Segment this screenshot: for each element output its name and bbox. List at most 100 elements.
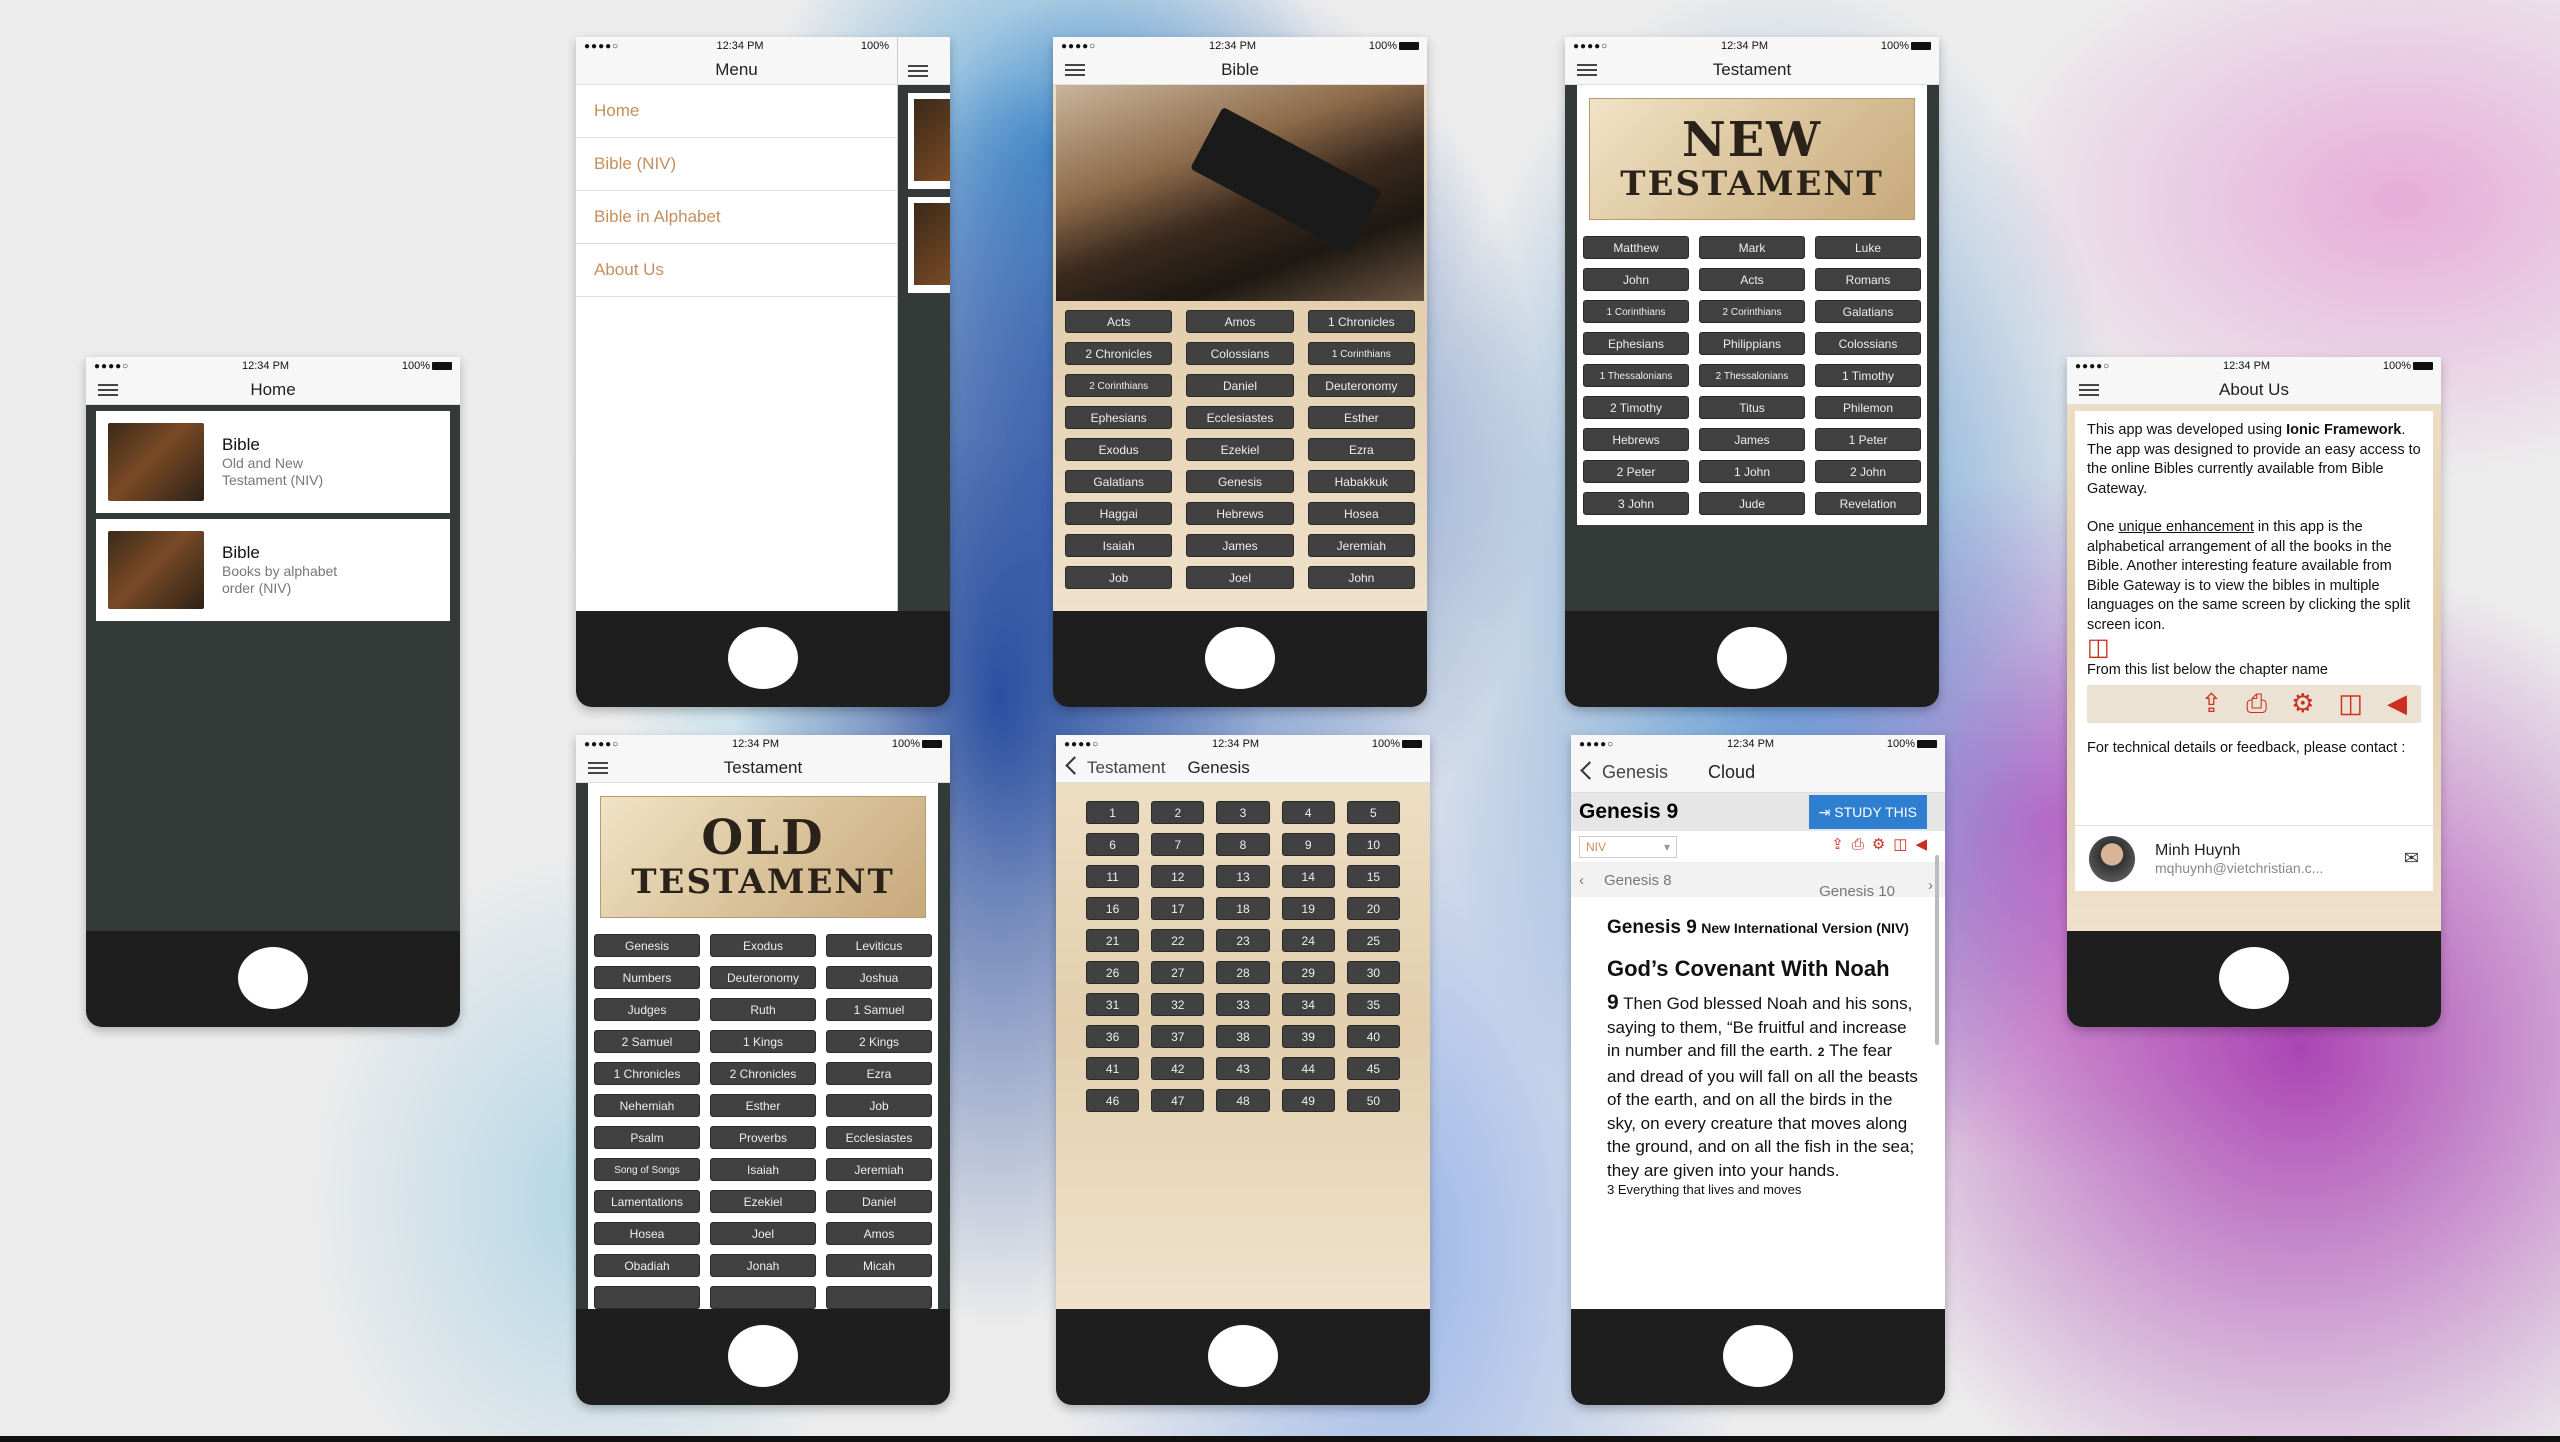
menu-icon[interactable] bbox=[2079, 384, 2099, 396]
book-button[interactable]: Ezekiel bbox=[710, 1190, 816, 1213]
chapter-button[interactable]: 44 bbox=[1281, 1057, 1335, 1080]
chapter-button[interactable]: 23 bbox=[1216, 929, 1270, 952]
book-button[interactable]: Ezra bbox=[1307, 438, 1415, 461]
home-button[interactable] bbox=[728, 1325, 798, 1387]
chapter-button[interactable]: 40 bbox=[1346, 1025, 1400, 1048]
chapter-button[interactable]: 48 bbox=[1216, 1089, 1270, 1112]
book-button[interactable]: Hebrews bbox=[1583, 428, 1689, 451]
book-button[interactable]: Revelation bbox=[1815, 492, 1921, 515]
book-button[interactable]: Genesis bbox=[1186, 470, 1294, 493]
chapter-button[interactable]: 4 bbox=[1281, 801, 1335, 824]
chapter-button[interactable]: 9 bbox=[1281, 833, 1335, 856]
book-button[interactable]: Titus bbox=[1699, 396, 1805, 419]
book-button[interactable]: 1 Chronicles bbox=[594, 1062, 700, 1085]
chapter-button[interactable]: 25 bbox=[1346, 929, 1400, 952]
book-button[interactable]: Jonah bbox=[710, 1254, 816, 1277]
tool-icons[interactable]: ⇪⎙⚙◫◀ bbox=[1831, 835, 1935, 853]
book-button[interactable]: Ezra bbox=[826, 1062, 932, 1085]
chapter-button[interactable]: 5 bbox=[1346, 801, 1400, 824]
book-button[interactable]: Judges bbox=[594, 998, 700, 1021]
chapter-button[interactable]: 29 bbox=[1281, 961, 1335, 984]
book-button[interactable]: 1 Peter bbox=[1815, 428, 1921, 451]
book-button[interactable]: Jeremiah bbox=[826, 1158, 932, 1181]
book-button[interactable]: Esther bbox=[710, 1094, 816, 1117]
prev-chevron-icon[interactable]: ‹ bbox=[1579, 872, 1584, 889]
chapter-button[interactable]: 18 bbox=[1216, 897, 1270, 920]
book-button[interactable]: Proverbs bbox=[710, 1126, 816, 1149]
chapter-button[interactable]: 16 bbox=[1086, 897, 1140, 920]
home-button[interactable] bbox=[238, 947, 308, 1009]
chapter-button[interactable]: 20 bbox=[1346, 897, 1400, 920]
menu-icon[interactable] bbox=[1577, 64, 1597, 76]
book-button[interactable]: Ecclesiastes bbox=[1186, 406, 1294, 429]
menu-item-bible[interactable]: Bible (NIV) bbox=[576, 138, 897, 191]
chapter-button[interactable]: 36 bbox=[1086, 1025, 1140, 1048]
book-button[interactable]: Ezekiel bbox=[1186, 438, 1294, 461]
book-button[interactable]: Amos bbox=[1186, 310, 1294, 333]
book-button[interactable]: Lamentations bbox=[594, 1190, 700, 1213]
book-button[interactable]: 1 Corinthians bbox=[1307, 342, 1415, 365]
mail-icon[interactable]: ✉ bbox=[2404, 848, 2419, 869]
book-button[interactable]: Acts bbox=[1065, 310, 1173, 333]
chapter-button[interactable]: 32 bbox=[1151, 993, 1205, 1016]
book-button[interactable]: Obadiah bbox=[594, 1254, 700, 1277]
next-chapter-link[interactable]: Genesis 10 bbox=[1819, 883, 1895, 900]
chapter-button[interactable]: 34 bbox=[1281, 993, 1335, 1016]
menu-icon[interactable] bbox=[98, 384, 118, 396]
chapter-button[interactable]: 38 bbox=[1216, 1025, 1270, 1048]
book-button[interactable]: Romans bbox=[1815, 268, 1921, 291]
book-button[interactable]: Hebrews bbox=[1186, 502, 1294, 525]
book-button[interactable]: Ephesians bbox=[1583, 332, 1689, 355]
menu-item-about[interactable]: About Us bbox=[576, 244, 897, 297]
book-button[interactable]: Genesis bbox=[594, 934, 700, 957]
book-button[interactable]: Matthew bbox=[1583, 236, 1689, 259]
home-button[interactable] bbox=[1205, 627, 1275, 689]
back-button[interactable]: Genesis bbox=[1583, 762, 1668, 783]
book-button[interactable]: Jude bbox=[1699, 492, 1805, 515]
book-button[interactable]: Deuteronomy bbox=[710, 966, 816, 989]
book-button[interactable]: Ecclesiastes bbox=[826, 1126, 932, 1149]
book-button[interactable]: Deuteronomy bbox=[1307, 374, 1415, 397]
chapter-button[interactable]: 26 bbox=[1086, 961, 1140, 984]
book-button[interactable]: Galatians bbox=[1065, 470, 1173, 493]
chapter-button[interactable]: 30 bbox=[1346, 961, 1400, 984]
book-button[interactable]: James bbox=[1699, 428, 1805, 451]
chapter-button[interactable]: 49 bbox=[1281, 1089, 1335, 1112]
chapter-button[interactable]: 21 bbox=[1086, 929, 1140, 952]
book-button[interactable]: Esther bbox=[1307, 406, 1415, 429]
book-button[interactable]: Daniel bbox=[1186, 374, 1294, 397]
chapter-button[interactable]: 33 bbox=[1216, 993, 1270, 1016]
book-button[interactable]: Joel bbox=[710, 1222, 816, 1245]
chapter-button[interactable]: 41 bbox=[1086, 1057, 1140, 1080]
book-button[interactable]: 2 Thessalonians bbox=[1699, 364, 1805, 387]
chapter-button[interactable]: 24 bbox=[1281, 929, 1335, 952]
book-button[interactable]: John bbox=[1583, 268, 1689, 291]
contact-row[interactable]: Minh Huynh mqhuynh@vietchristian.c... ✉ bbox=[2075, 825, 2433, 891]
book-button[interactable] bbox=[594, 1286, 700, 1309]
chapter-button[interactable]: 1 bbox=[1086, 801, 1140, 824]
chapter-button[interactable]: 39 bbox=[1281, 1025, 1335, 1048]
book-button[interactable]: Amos bbox=[826, 1222, 932, 1245]
book-button[interactable]: Acts bbox=[1699, 268, 1805, 291]
book-button[interactable]: Philemon bbox=[1815, 396, 1921, 419]
book-button[interactable]: 2 Corinthians bbox=[1699, 300, 1805, 323]
book-button[interactable]: Song of Songs bbox=[594, 1158, 700, 1181]
book-button[interactable]: 2 Peter bbox=[1583, 460, 1689, 483]
book-button[interactable]: 1 Timothy bbox=[1815, 364, 1921, 387]
menu-icon[interactable] bbox=[908, 65, 928, 77]
chapter-button[interactable]: 15 bbox=[1346, 865, 1400, 888]
chapter-button[interactable]: 47 bbox=[1151, 1089, 1205, 1112]
book-button[interactable] bbox=[710, 1286, 816, 1309]
book-button[interactable]: 1 Chronicles bbox=[1307, 310, 1415, 333]
chapter-button[interactable]: 46 bbox=[1086, 1089, 1140, 1112]
home-button[interactable] bbox=[1723, 1325, 1793, 1387]
chapter-button[interactable]: 35 bbox=[1346, 993, 1400, 1016]
book-button[interactable] bbox=[826, 1286, 932, 1309]
book-button[interactable]: Joshua bbox=[826, 966, 932, 989]
book-button[interactable]: Exodus bbox=[710, 934, 816, 957]
chapter-button[interactable]: 19 bbox=[1281, 897, 1335, 920]
book-button[interactable]: 1 John bbox=[1699, 460, 1805, 483]
study-button[interactable]: ⇥ STUDY THIS bbox=[1808, 795, 1927, 829]
book-button[interactable]: Ruth bbox=[710, 998, 816, 1021]
chapter-button[interactable]: 50 bbox=[1346, 1089, 1400, 1112]
